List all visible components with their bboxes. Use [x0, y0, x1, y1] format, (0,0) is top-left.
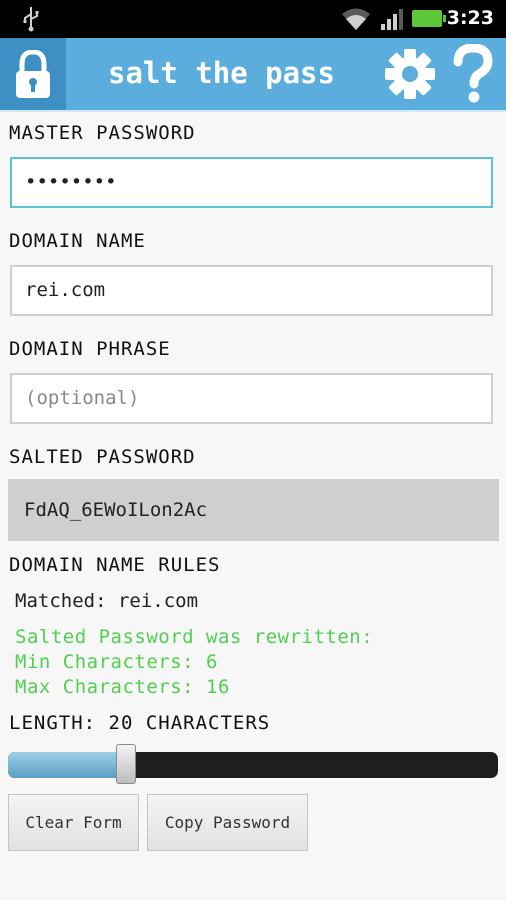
domain-name-input[interactable]: rei.com	[10, 265, 493, 316]
usb-icon	[22, 6, 40, 36]
signal-icon	[380, 7, 404, 35]
battery-icon	[412, 10, 446, 27]
salted-password-value: FdAQ_6EWoILon2Ac	[24, 499, 208, 521]
rule-line: Salted Password was rewritten:	[15, 626, 374, 648]
slider-fill	[8, 752, 126, 778]
length-label: LENGTH: 20 CHARACTERS	[9, 712, 271, 734]
wifi-icon	[340, 6, 372, 36]
app-title: salt the pass	[108, 56, 335, 90]
domain-rules-label: DOMAIN NAME RULES	[9, 554, 221, 576]
lock-button[interactable]	[0, 38, 66, 110]
domain-phrase-input[interactable]: (optional)	[10, 373, 493, 424]
rule-line: Max Characters: 16	[15, 676, 230, 698]
domain-phrase-placeholder: (optional)	[25, 387, 140, 409]
salted-password-label: SALTED PASSWORD	[9, 446, 196, 468]
status-time: 3:23	[446, 7, 494, 29]
master-password-input[interactable]: ••••••••	[10, 157, 493, 208]
status-bar: 3:23	[0, 0, 506, 38]
length-slider[interactable]	[8, 752, 498, 778]
slider-thumb[interactable]	[115, 744, 136, 784]
settings-button[interactable]	[383, 46, 437, 102]
help-icon	[448, 43, 498, 108]
domain-name-value: rei.com	[25, 279, 106, 301]
copy-password-button[interactable]: Copy Password	[147, 794, 308, 851]
domain-phrase-label: DOMAIN PHRASE	[9, 338, 171, 360]
matched-rule-text: Matched: rei.com	[15, 590, 199, 612]
gear-icon	[383, 49, 437, 106]
salted-password-output[interactable]: FdAQ_6EWoILon2Ac	[8, 479, 499, 541]
clear-form-button[interactable]: Clear Form	[8, 794, 139, 851]
rule-line: Min Characters: 6	[15, 651, 218, 673]
help-button[interactable]	[448, 43, 498, 104]
domain-name-label: DOMAIN NAME	[9, 230, 146, 252]
master-password-label: MASTER PASSWORD	[9, 122, 196, 144]
action-bar: salt the pass	[0, 38, 506, 112]
master-password-value: ••••••••	[25, 171, 117, 193]
